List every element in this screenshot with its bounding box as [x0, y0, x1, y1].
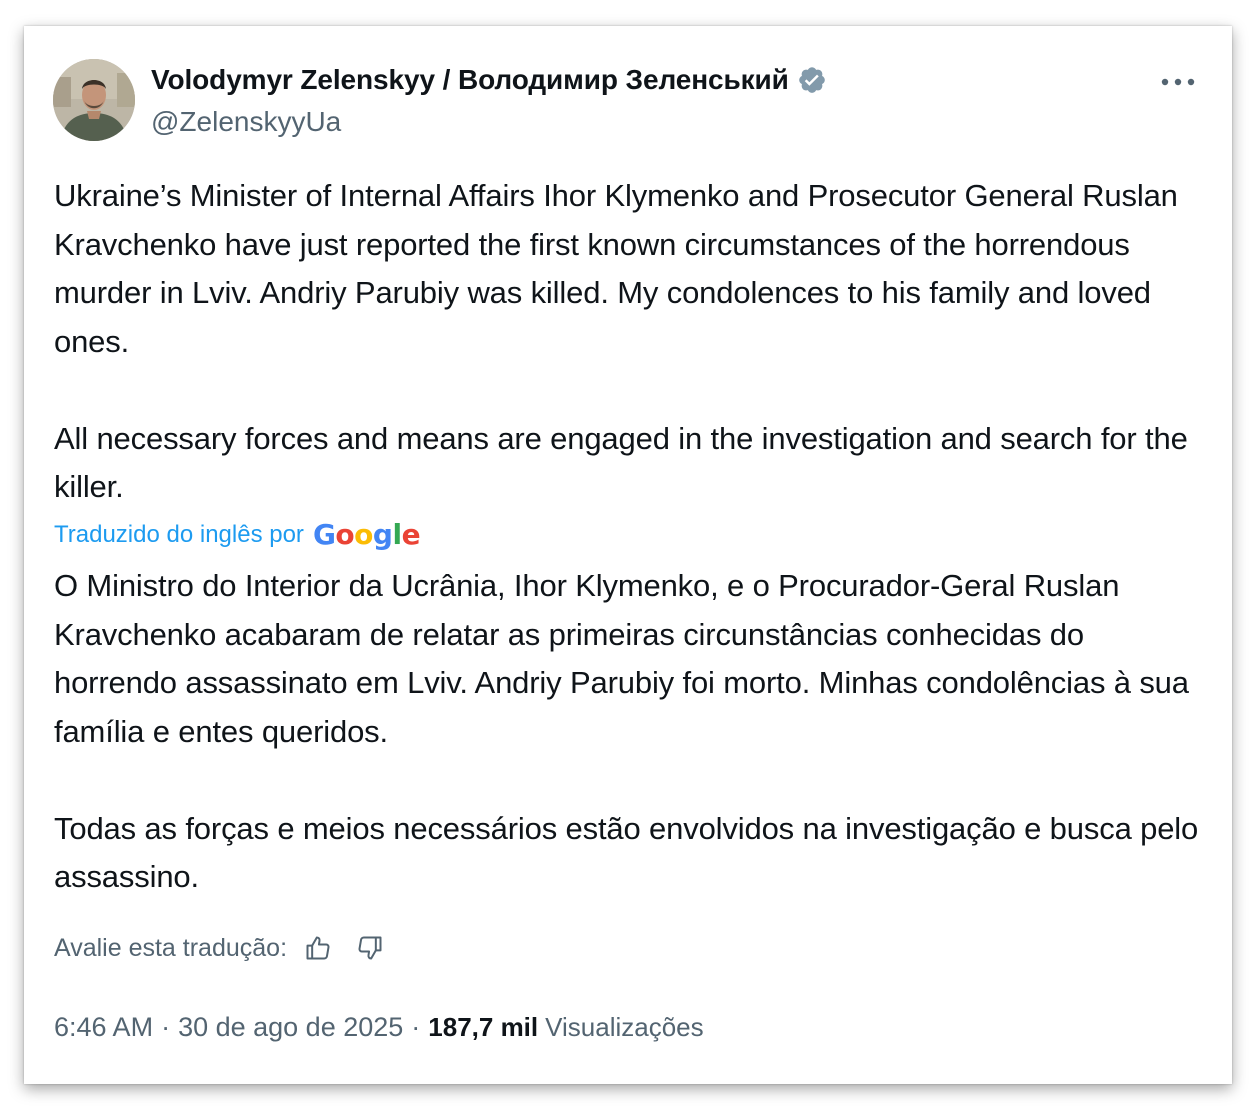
thumbs-down-icon[interactable] [355, 933, 385, 963]
views-label: Visualizações [545, 1012, 704, 1042]
meta-separator: · [161, 1012, 171, 1042]
original-paragraph: Ukraine’s Minister of Internal Affairs I… [54, 178, 1178, 359]
translated-by-link[interactable]: Traduzido do inglês por [54, 521, 304, 549]
author-name-row: Volodymyr Zelenskyy / Володимир Зеленськ… [151, 64, 827, 96]
translated-paragraph: O Ministro do Interior da Ucrânia, Ihor … [54, 568, 1189, 749]
verified-badge-icon[interactable] [797, 65, 827, 95]
tweet-original-text: Ukraine’s Minister of Internal Affairs I… [54, 172, 1204, 512]
tweet-card: Volodymyr Zelenskyy / Володимир Зеленськ… [24, 26, 1232, 1084]
google-logo: Google [312, 518, 421, 551]
more-options-icon[interactable] [1158, 64, 1198, 100]
avatar[interactable] [53, 59, 135, 141]
tweet-meta-row: 6:46 AM · 30 de ago de 2025 · 187,7 mil … [54, 1012, 704, 1043]
thumbs-up-icon[interactable] [303, 933, 333, 963]
views-count[interactable]: 187,7 mil [428, 1012, 538, 1043]
avatar-photo [53, 59, 135, 141]
original-paragraph: All necessary forces and means are engag… [54, 420, 1188, 505]
tweet-time[interactable]: 6:46 AM [54, 1012, 153, 1043]
rate-translation-label: Avalie esta tradução: [54, 933, 288, 962]
tweet-translated-text: O Ministro do Interior da Ucrânia, Ihor … [54, 562, 1204, 902]
author-handle[interactable]: @ZelenskyyUa [151, 106, 341, 138]
translation-attribution: Traduzido do inglês por Google [54, 518, 421, 551]
translated-paragraph: Todas as forças e meios necessários estã… [54, 810, 1199, 895]
tweet-date[interactable]: 30 de ago de 2025 [178, 1012, 403, 1043]
rate-translation-row: Avalie esta tradução: [54, 933, 385, 963]
meta-separator: · [411, 1012, 421, 1042]
author-display-name[interactable]: Volodymyr Zelenskyy / Володимир Зеленськ… [151, 64, 789, 96]
